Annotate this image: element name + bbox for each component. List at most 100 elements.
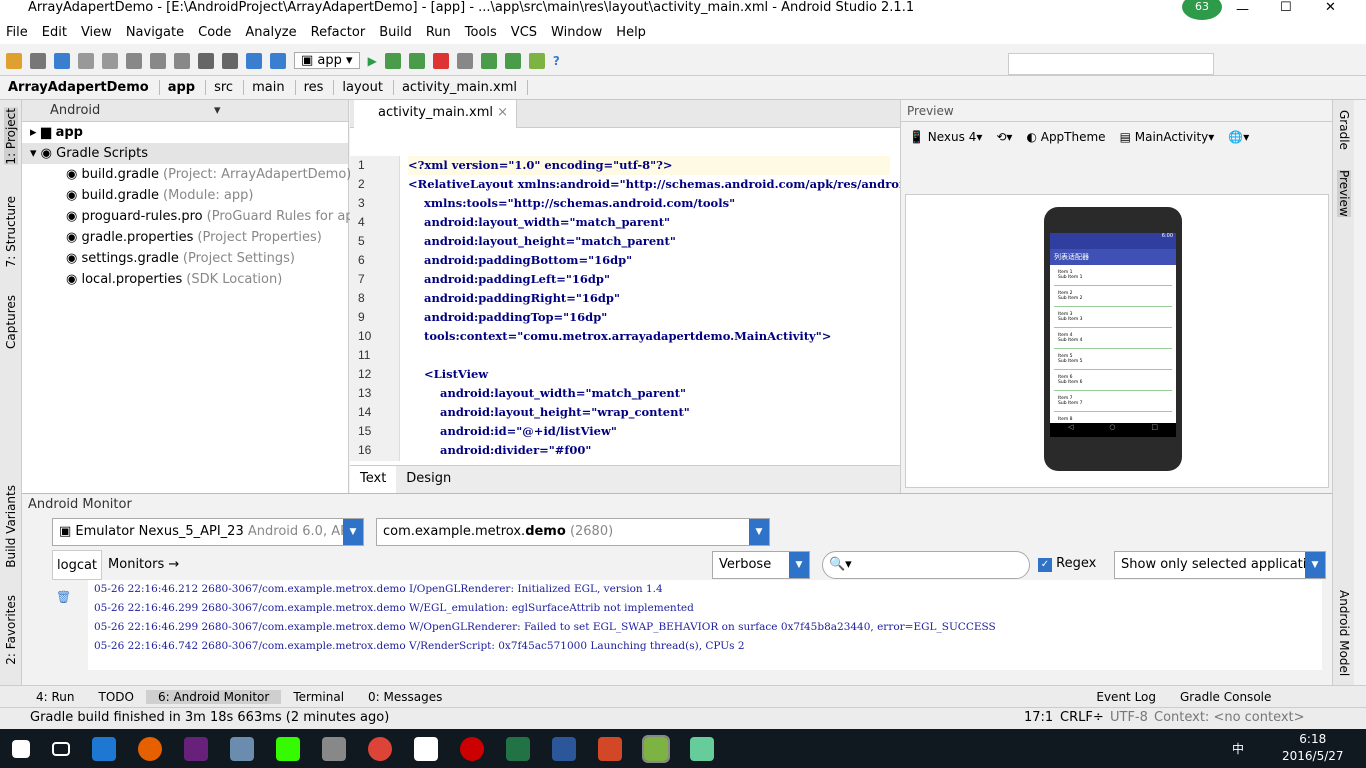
log-level-dropdown[interactable]: Verbose ▼ (712, 551, 810, 579)
redo-icon[interactable] (102, 52, 118, 69)
tool-structure[interactable]: 7: Structure (4, 196, 18, 267)
breadcrumb-item[interactable]: activity_main.xml (394, 80, 528, 95)
breadcrumb-item[interactable]: app (160, 80, 207, 95)
clear-log-icon[interactable]: 🗑 (56, 590, 72, 606)
android-icon[interactable] (528, 52, 545, 69)
start-icon[interactable] (12, 739, 30, 758)
run-icon[interactable]: ▶ (368, 54, 377, 68)
close-button[interactable]: ✕ (1325, 0, 1336, 16)
menu-refactor[interactable]: Refactor (311, 22, 366, 44)
logcat-output[interactable]: 05-26 22:16:46.212 2680-3067/com.example… (88, 580, 1322, 670)
tool-window-button[interactable]: 4: Run (24, 690, 87, 704)
tool-captures[interactable]: Captures (4, 295, 18, 349)
apply-changes-icon[interactable] (408, 52, 425, 69)
caret-position[interactable]: 17:1 (1024, 708, 1053, 728)
tab-activity-main[interactable]: activity_main.xml × (354, 100, 518, 128)
tool-android-model[interactable]: Android Model (1337, 590, 1351, 676)
project-view-select[interactable]: Android ▾ (22, 100, 348, 122)
breadcrumb-item[interactable]: main (244, 80, 296, 95)
chrome-icon[interactable] (368, 736, 392, 761)
save-icon[interactable] (30, 52, 46, 69)
line-separator[interactable]: CRLF÷ (1060, 708, 1104, 728)
task-view-icon[interactable] (52, 741, 70, 756)
breadcrumb-item[interactable]: ArrayAdapertDemo (0, 80, 160, 95)
ime-toolbar[interactable] (1008, 53, 1214, 75)
menu-help[interactable]: Help (616, 22, 646, 44)
menu-navigate[interactable]: Navigate (126, 22, 184, 44)
tool-preview[interactable]: Preview (1337, 170, 1351, 217)
tree-item[interactable]: ◉ settings.gradle (Project Settings) (22, 248, 348, 269)
store-icon[interactable] (414, 736, 438, 761)
tree-item[interactable]: ◉ local.properties (SDK Location) (22, 269, 348, 290)
log-search-input[interactable]: 🔍▾ (822, 551, 1030, 579)
locale-select[interactable]: 🌐▾ (1228, 130, 1249, 144)
tool-favorites[interactable]: 2: Favorites (4, 595, 18, 665)
paste-icon[interactable] (174, 52, 190, 69)
find-icon[interactable] (198, 52, 214, 69)
theme-select[interactable]: ◐ AppTheme (1026, 130, 1105, 144)
menu-analyze[interactable]: Analyze (245, 22, 296, 44)
tool-window-button[interactable]: 0: Messages (356, 690, 454, 704)
menu-code[interactable]: Code (198, 22, 231, 44)
menu-file[interactable]: File (6, 22, 28, 44)
breadcrumb-item[interactable]: src (206, 80, 245, 95)
app3-icon[interactable] (690, 736, 714, 761)
breadcrumb-item[interactable]: res (296, 80, 335, 95)
sdk-manager-icon[interactable] (480, 52, 497, 69)
android-studio-icon[interactable] (642, 734, 670, 763)
avd-manager-icon[interactable] (504, 52, 521, 69)
filter-dropdown[interactable]: Show only selected application ▼ (1114, 551, 1326, 579)
copy-icon[interactable] (150, 52, 166, 69)
tool-window-button[interactable]: Event Log (1084, 690, 1168, 704)
tab-design[interactable]: Design (396, 466, 461, 493)
stop-icon[interactable] (432, 52, 449, 69)
back-icon[interactable] (246, 52, 262, 69)
activity-select[interactable]: ▤ MainActivity▾ (1120, 130, 1215, 144)
firefox-icon[interactable] (138, 736, 162, 761)
regex-checkbox[interactable]: ✓ Regex (1038, 556, 1096, 572)
app2-icon[interactable] (460, 736, 484, 761)
undo-icon[interactable] (78, 52, 94, 69)
dreamweaver-icon[interactable] (276, 736, 300, 761)
context[interactable]: Context: <no context> (1154, 708, 1305, 728)
forward-icon[interactable] (270, 52, 286, 69)
tree-item[interactable]: ▸ ▆ app (22, 122, 348, 143)
tab-logcat[interactable]: logcat (52, 550, 103, 580)
open-icon[interactable] (6, 52, 22, 69)
debug-icon[interactable] (384, 52, 401, 69)
menu-edit[interactable]: Edit (42, 22, 67, 44)
visual-studio-icon[interactable] (184, 736, 208, 761)
tools-icon[interactable] (322, 736, 346, 761)
edge-icon[interactable] (92, 736, 116, 761)
minimize-button[interactable]: — (1236, 2, 1249, 18)
excel-icon[interactable] (506, 736, 530, 761)
tree-item[interactable]: ◉ gradle.properties (Project Properties) (22, 227, 348, 248)
menu-vcs[interactable]: VCS (511, 22, 537, 44)
tool-window-button[interactable]: Terminal (281, 690, 356, 704)
menu-window[interactable]: Window (551, 22, 602, 44)
close-tab-icon[interactable]: × (497, 105, 508, 120)
tool-project[interactable]: 1: Project (4, 108, 18, 165)
menu-build[interactable]: Build (379, 22, 412, 44)
tree-item[interactable]: ▾ ◉ Gradle Scripts (22, 143, 348, 164)
powerpoint-icon[interactable] (598, 736, 622, 761)
tool-gradle[interactable]: Gradle (1337, 110, 1351, 150)
help-icon[interactable]: ? (553, 54, 560, 68)
word-icon[interactable] (552, 736, 576, 761)
tab-text[interactable]: Text (350, 466, 397, 493)
tool-window-button[interactable]: Gradle Console (1168, 690, 1283, 704)
menu-run[interactable]: Run (426, 22, 451, 44)
tab-monitors[interactable]: Monitors → (102, 550, 185, 580)
tree-item[interactable]: ◉ proguard-rules.pro (ProGuard Rules for … (22, 206, 367, 227)
menu-tools[interactable]: Tools (465, 22, 497, 44)
tool-window-button[interactable]: 6: Android Monitor (145, 689, 282, 704)
cut-icon[interactable] (126, 52, 142, 69)
menu-view[interactable]: View (81, 22, 112, 44)
device-select[interactable]: 📱 Nexus 4▾ (909, 130, 982, 144)
tool-window-button[interactable]: TODO (87, 690, 146, 704)
run-config-select[interactable]: ▣ app ▾ (294, 52, 360, 69)
process-dropdown[interactable]: com.example.metrox.demo (2680) ▼ (376, 518, 770, 546)
code-text[interactable]: <?xml version="1.0" encoding="utf-8"?> <R… (408, 156, 917, 460)
encoding[interactable]: UTF-8 (1110, 708, 1148, 728)
app-icon[interactable] (230, 736, 254, 761)
